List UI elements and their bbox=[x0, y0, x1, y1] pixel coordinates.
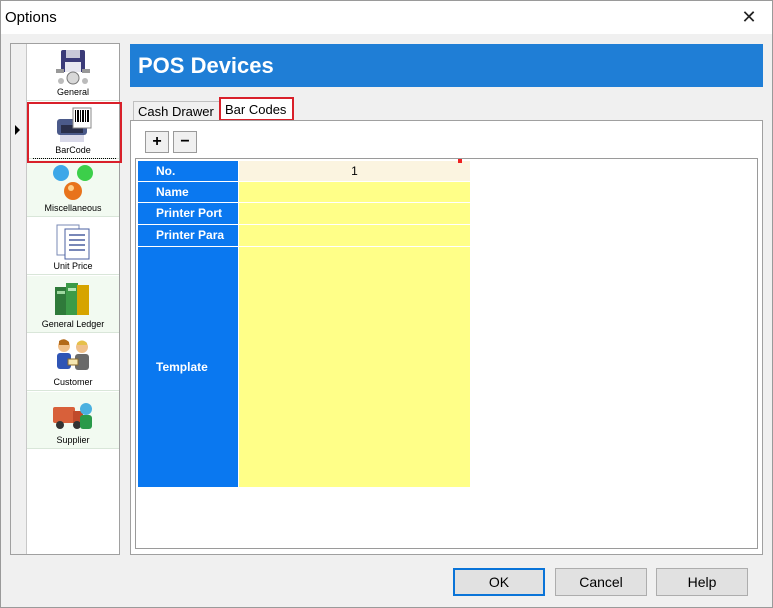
remove-button[interactable]: − bbox=[173, 131, 197, 153]
printer-para-value-cell[interactable] bbox=[239, 225, 470, 247]
nav-item-label: General Ledger bbox=[41, 319, 105, 329]
page-banner: POS Devices bbox=[130, 44, 763, 87]
globes-icon bbox=[53, 165, 93, 200]
help-button[interactable]: Help bbox=[656, 568, 748, 596]
close-icon[interactable]: ✕ bbox=[736, 5, 762, 29]
customer-people-icon bbox=[57, 339, 89, 370]
name-value-cell[interactable] bbox=[239, 182, 470, 203]
grid-key: Printer Port bbox=[138, 203, 238, 225]
nav-item-label: Miscellaneous bbox=[44, 203, 102, 213]
grid-row-no: No. 1 bbox=[138, 159, 470, 182]
nav-item-label: Customer bbox=[53, 377, 93, 387]
template-value-cell[interactable] bbox=[239, 247, 470, 488]
nav-item-customer[interactable]: Customer bbox=[27, 334, 119, 391]
property-grid: No. 1 Name Printer Port Printer Para Tem… bbox=[138, 159, 470, 488]
no-value-cell[interactable]: 1 bbox=[239, 161, 470, 182]
nav-row-selector bbox=[11, 44, 27, 554]
printer-port-value-cell[interactable] bbox=[239, 203, 470, 225]
tab-content: + − No. 1 Name Printer Port Printer Para… bbox=[130, 120, 763, 555]
tab-bar-codes[interactable]: Bar Codes bbox=[219, 97, 294, 121]
focus-dotted-line bbox=[33, 158, 116, 159]
nav-item-unit-price[interactable]: Unit Price bbox=[27, 218, 119, 275]
floppy-robot-icon bbox=[56, 50, 90, 85]
current-row-arrow-icon bbox=[15, 125, 20, 135]
nav-item-miscellaneous[interactable]: Miscellaneous bbox=[27, 160, 119, 217]
selection-marker bbox=[458, 159, 462, 163]
grid-row-printer-port: Printer Port bbox=[138, 203, 470, 225]
supplier-truck-icon bbox=[53, 403, 92, 429]
nav-item-supplier[interactable]: Supplier bbox=[27, 392, 119, 449]
ok-button[interactable]: OK bbox=[453, 568, 545, 596]
grid-key: Name bbox=[138, 182, 238, 203]
tab-cash-drawer[interactable]: Cash Drawer bbox=[133, 101, 222, 121]
grid-row-name: Name bbox=[138, 182, 470, 203]
nav-item-label: General bbox=[56, 87, 90, 97]
grid-row-template: Template bbox=[138, 247, 470, 488]
ledger-books-icon bbox=[55, 283, 89, 315]
grid-row-printer-para: Printer Para bbox=[138, 225, 470, 247]
nav-item-general-ledger[interactable]: General Ledger bbox=[27, 276, 119, 333]
selected-nav-highlight bbox=[27, 102, 122, 163]
title-bar: Options ✕ bbox=[1, 1, 772, 34]
tab-strip: Cash Drawer Bar Codes bbox=[130, 97, 763, 121]
cancel-button[interactable]: Cancel bbox=[555, 568, 647, 596]
nav-item-label: Unit Price bbox=[53, 261, 93, 271]
options-dialog: Options ✕ General BarCode Miscellaneous … bbox=[0, 0, 773, 608]
property-grid-panel: No. 1 Name Printer Port Printer Para Tem… bbox=[135, 158, 758, 549]
nav-item-label: Supplier bbox=[56, 435, 90, 445]
grid-key: Template bbox=[138, 247, 238, 488]
documents-icon bbox=[56, 224, 90, 260]
page-title: POS Devices bbox=[138, 53, 274, 78]
options-nav-list: General BarCode Miscellaneous Unit Price… bbox=[10, 43, 122, 555]
grid-key: Printer Para bbox=[138, 225, 238, 247]
nav-item-general[interactable]: General bbox=[27, 44, 119, 101]
grid-key: No. bbox=[138, 161, 238, 182]
add-button[interactable]: + bbox=[145, 131, 169, 153]
window-title: Options bbox=[5, 9, 57, 26]
